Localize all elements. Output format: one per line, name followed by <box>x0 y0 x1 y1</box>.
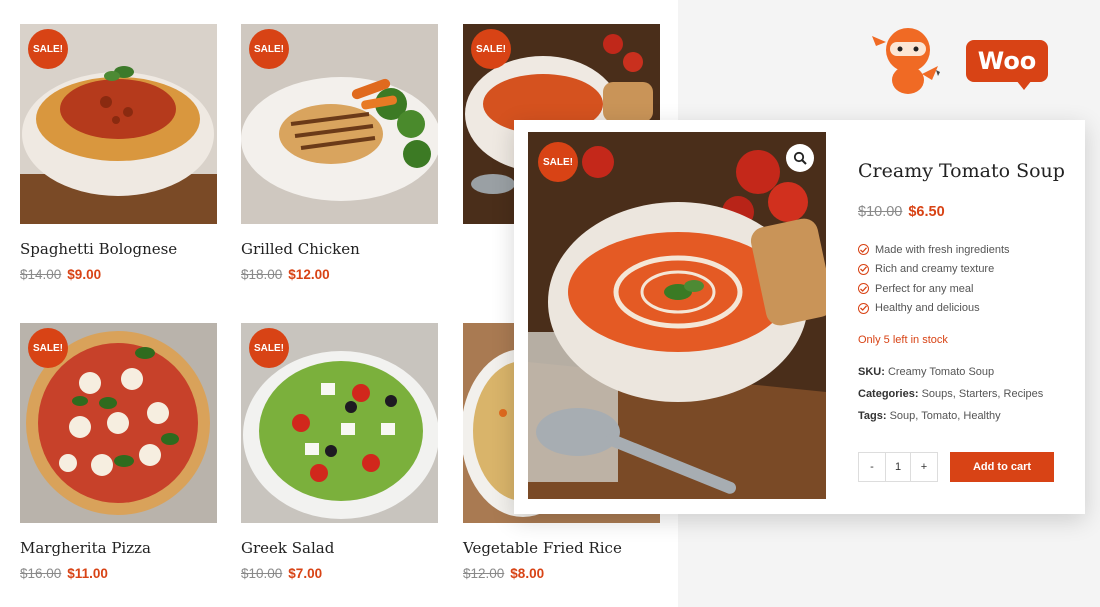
quantity-decrease-button[interactable]: - <box>859 453 885 481</box>
regular-price: $12.00 <box>463 566 505 581</box>
product-price: $18.00 $12.00 <box>241 267 330 282</box>
product-title[interactable]: Vegetable Fried Rice <box>463 539 622 557</box>
tags-label: Tags: <box>858 410 887 422</box>
product-image[interactable]: SALE! <box>20 323 217 523</box>
sku-line: SKU: Creamy Tomato Soup <box>858 366 994 378</box>
product-card[interactable]: SALE! Grilled Chicken $18.00 $12.00 <box>241 24 438 282</box>
quantity-stepper: - 1 + <box>858 452 938 482</box>
tags-line: Tags: Soup, Tomato, Healthy <box>858 410 1001 422</box>
categories-label: Categories: <box>858 388 919 400</box>
product-image[interactable]: SALE! <box>20 24 217 224</box>
sale-badge: SALE! <box>28 29 68 69</box>
check-circle-icon <box>858 283 869 295</box>
sku-label: SKU: <box>858 366 885 378</box>
sale-badge: SALE! <box>249 29 289 69</box>
magnifier-icon <box>793 151 807 165</box>
product-title[interactable]: Grilled Chicken <box>241 240 360 258</box>
check-circle-icon <box>858 302 869 314</box>
zoom-button[interactable] <box>786 144 814 172</box>
product-card[interactable]: SALE! Margherita Pizza $16.00 $11.00 <box>20 323 217 581</box>
sale-badge: SALE! <box>249 328 289 368</box>
feature-item: Rich and creamy texture <box>858 260 1010 280</box>
categories-value[interactable]: Soups, Starters, Recipes <box>922 388 1044 400</box>
regular-price: $18.00 <box>241 267 283 282</box>
feature-list: Made with fresh ingredients Rich and cre… <box>858 240 1010 318</box>
product-price: $10.00 $7.00 <box>241 566 322 581</box>
product-title[interactable]: Margherita Pizza <box>20 539 151 557</box>
sale-badge: SALE! <box>28 328 68 368</box>
product-image[interactable]: SALE! <box>241 323 438 523</box>
product-price: $12.00 $8.00 <box>463 566 544 581</box>
feature-item: Perfect for any meal <box>858 279 1010 299</box>
sale-price: $7.00 <box>288 566 323 581</box>
feature-label: Rich and creamy texture <box>875 263 995 276</box>
sku-value: Creamy Tomato Soup <box>887 366 995 378</box>
add-to-cart-button[interactable]: Add to cart <box>950 452 1054 482</box>
regular-price: $16.00 <box>20 566 62 581</box>
product-title[interactable]: Spaghetti Bolognese <box>20 240 177 258</box>
product-title: Creamy Tomato Soup <box>858 160 1065 182</box>
woo-logo-tail <box>1016 80 1032 90</box>
feature-item: Healthy and delicious <box>858 299 1010 319</box>
brand-logos: Woo <box>866 24 1056 98</box>
product-quick-view: SALE! Creamy Tomato Soup $10.00 $6.50 Mad… <box>514 120 1085 514</box>
regular-price: $10.00 <box>858 204 903 220</box>
stock-status: Only 5 left in stock <box>858 334 948 346</box>
product-main-image[interactable]: SALE! <box>528 132 826 499</box>
sale-badge: SALE! <box>471 29 511 69</box>
product-title[interactable]: Greek Salad <box>241 539 334 557</box>
feature-label: Made with fresh ingredients <box>875 243 1010 256</box>
check-circle-icon <box>858 244 869 256</box>
sale-price: $8.00 <box>510 566 545 581</box>
sale-price: $6.50 <box>908 204 945 220</box>
product-card[interactable]: SALE! Spaghetti Bolognese $14.00 $9.00 <box>20 24 217 282</box>
woo-logo: Woo <box>966 40 1048 82</box>
sale-price: $12.00 <box>288 267 330 282</box>
quantity-increase-button[interactable]: + <box>911 453 937 481</box>
feature-item: Made with fresh ingredients <box>858 240 1010 260</box>
product-image[interactable]: SALE! <box>241 24 438 224</box>
feature-label: Healthy and delicious <box>875 302 980 315</box>
feature-label: Perfect for any meal <box>875 282 974 295</box>
product-price: $14.00 $9.00 <box>20 267 101 282</box>
product-price: $10.00 $6.50 <box>858 204 945 220</box>
regular-price: $10.00 <box>241 566 283 581</box>
regular-price: $14.00 <box>20 267 62 282</box>
sale-price: $11.00 <box>67 566 108 581</box>
sale-price: $9.00 <box>67 267 102 282</box>
check-circle-icon <box>858 263 869 275</box>
quantity-input[interactable]: 1 <box>885 453 911 481</box>
sale-badge: SALE! <box>538 142 578 182</box>
tags-value[interactable]: Soup, Tomato, Healthy <box>890 410 1001 422</box>
categories-line: Categories: Soups, Starters, Recipes <box>858 388 1043 400</box>
product-price: $16.00 $11.00 <box>20 566 108 581</box>
product-card[interactable]: SALE! Greek Salad $10.00 $7.00 <box>241 323 438 581</box>
